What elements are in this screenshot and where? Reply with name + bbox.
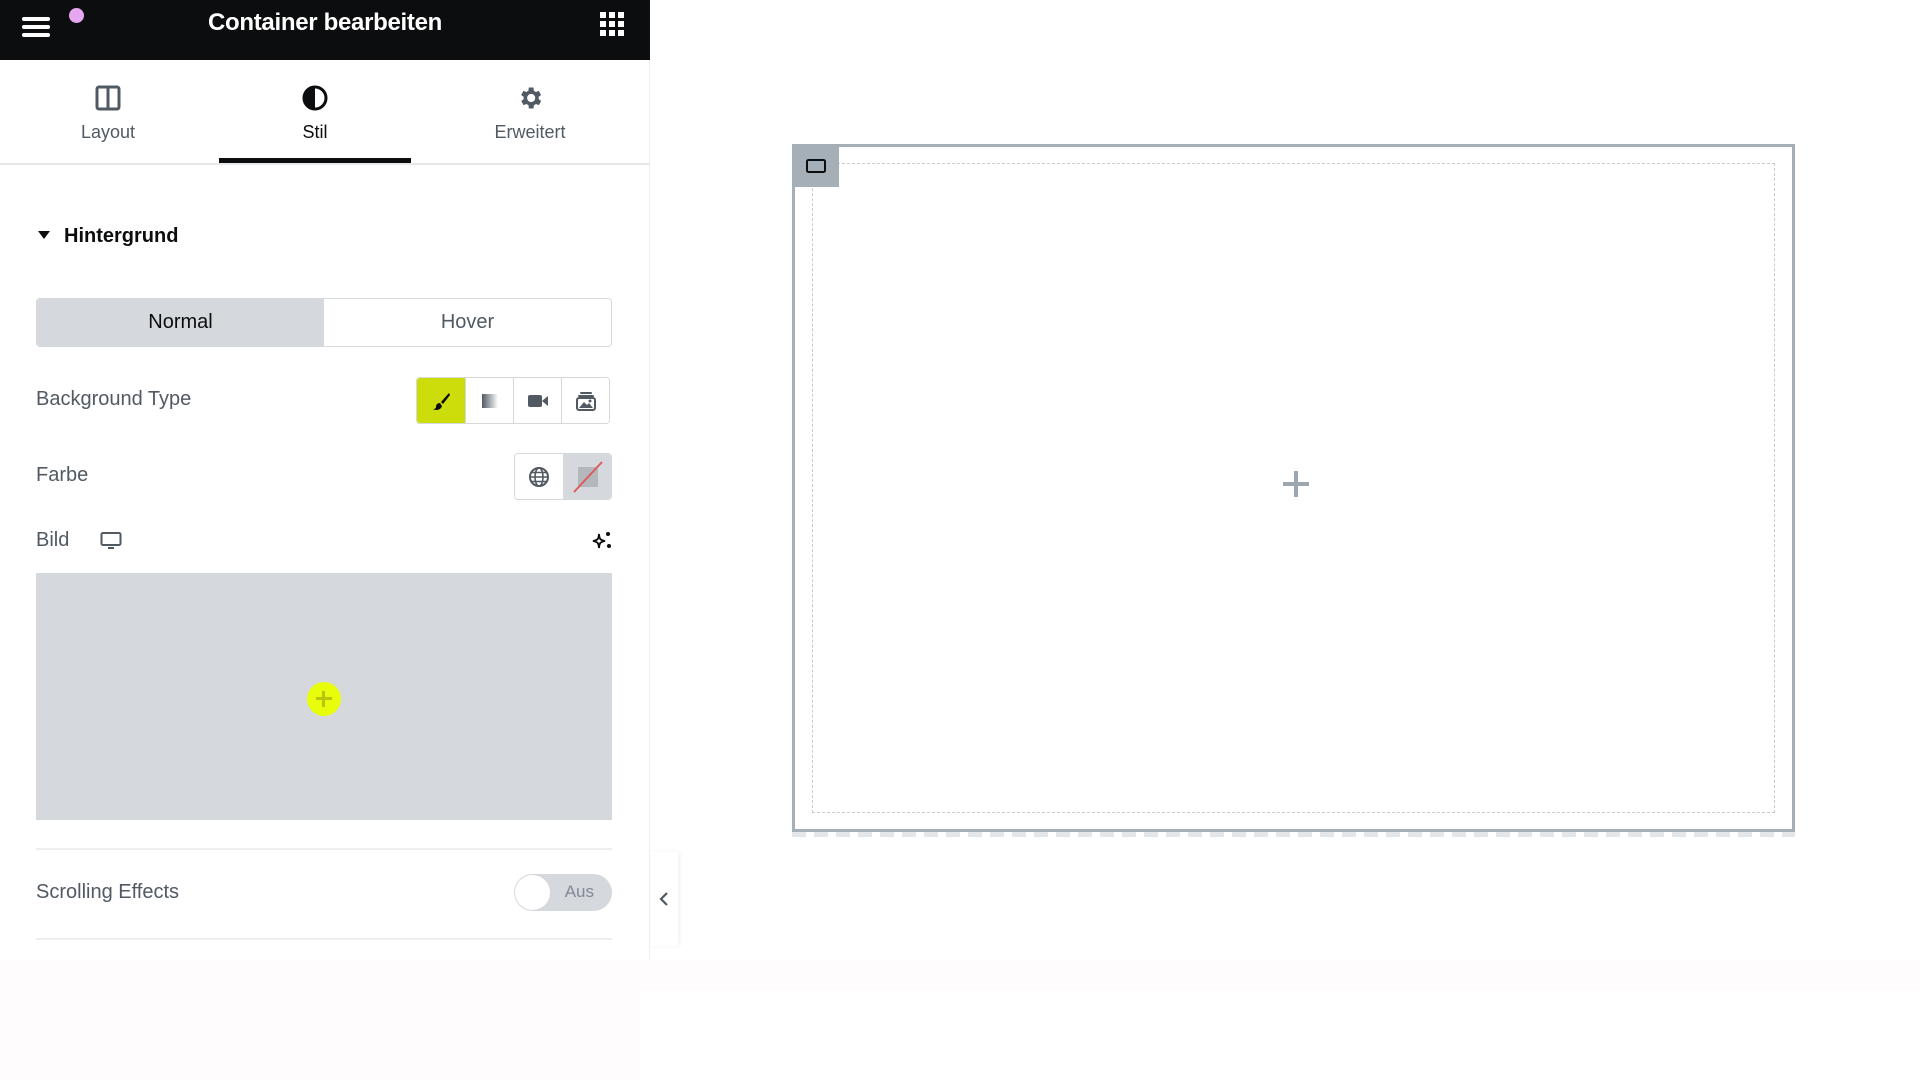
canvas-bottom — [640, 990, 1920, 1080]
background-type-label: Background Type — [36, 388, 192, 410]
state-hover-button[interactable]: Hover — [324, 299, 611, 346]
sparkle-ai-icon[interactable] — [590, 530, 614, 554]
canvas-container[interactable] — [792, 144, 1795, 832]
divider — [36, 938, 612, 940]
section-title: Hintergrund — [64, 225, 179, 247]
tab-label: Stil — [302, 122, 328, 142]
desktop-monitor-icon[interactable] — [100, 531, 122, 551]
tab-label: Erweitert — [494, 122, 566, 142]
gear-icon — [521, 87, 542, 109]
tab-label: Layout — [80, 122, 136, 142]
tab-stil[interactable]: Stil — [219, 60, 411, 163]
color-label: Farbe — [36, 464, 89, 486]
bg-type-video-button[interactable] — [513, 378, 561, 423]
editor-root: Container bearbeiten Layout Stil Erweite… — [0, 0, 1920, 1080]
chevron-left-icon — [659, 892, 668, 906]
divider — [36, 848, 612, 850]
global-colors-button[interactable] — [515, 454, 563, 499]
gradient-icon — [481, 393, 498, 408]
state-normal-button[interactable]: Normal — [37, 299, 324, 346]
container-bottom-edge — [792, 832, 1795, 837]
panel-title: Container bearbeiten — [207, 9, 443, 36]
caret-down-icon — [38, 231, 50, 239]
no-color-swatch-icon — [572, 460, 603, 493]
container-icon — [805, 158, 826, 173]
half-circle-style-icon — [302, 85, 328, 111]
video-camera-icon — [527, 394, 548, 407]
background-type-choices — [416, 377, 610, 424]
panel-tabs: Layout Stil Erweitert — [0, 60, 650, 165]
color-control — [514, 453, 612, 500]
bg-type-gradient-button[interactable] — [465, 378, 513, 423]
collapse-panel-button[interactable] — [650, 852, 678, 946]
columns-layout-icon — [95, 85, 121, 111]
switch-knob — [515, 875, 550, 910]
state-toggle: Normal Hover — [36, 298, 612, 347]
scrolling-effects-label: Scrolling Effects — [36, 881, 180, 903]
switch-state-label: Aus — [564, 882, 594, 901]
tab-erweitert[interactable]: Erweitert — [434, 60, 626, 163]
bg-type-classic-button[interactable] — [417, 378, 465, 423]
container-handle[interactable] — [792, 144, 839, 187]
scrolling-effects-switch[interactable]: Aus — [514, 874, 612, 911]
paint-brush-icon — [433, 392, 450, 410]
color-picker-swatch[interactable] — [563, 454, 611, 499]
editor-panel: Container bearbeiten Layout Stil Erweite… — [0, 0, 650, 960]
tab-layout[interactable]: Layout — [12, 60, 204, 163]
panel-header: Container bearbeiten — [0, 0, 650, 60]
image-label: Bild — [36, 529, 70, 551]
bg-type-slideshow-button[interactable] — [561, 378, 609, 423]
globe-icon — [529, 466, 549, 487]
grid-apps-icon[interactable] — [600, 12, 624, 36]
cursor-highlight-add-icon — [307, 682, 341, 716]
add-element-plus-icon[interactable] — [1281, 469, 1311, 499]
slideshow-images-icon — [575, 391, 596, 411]
